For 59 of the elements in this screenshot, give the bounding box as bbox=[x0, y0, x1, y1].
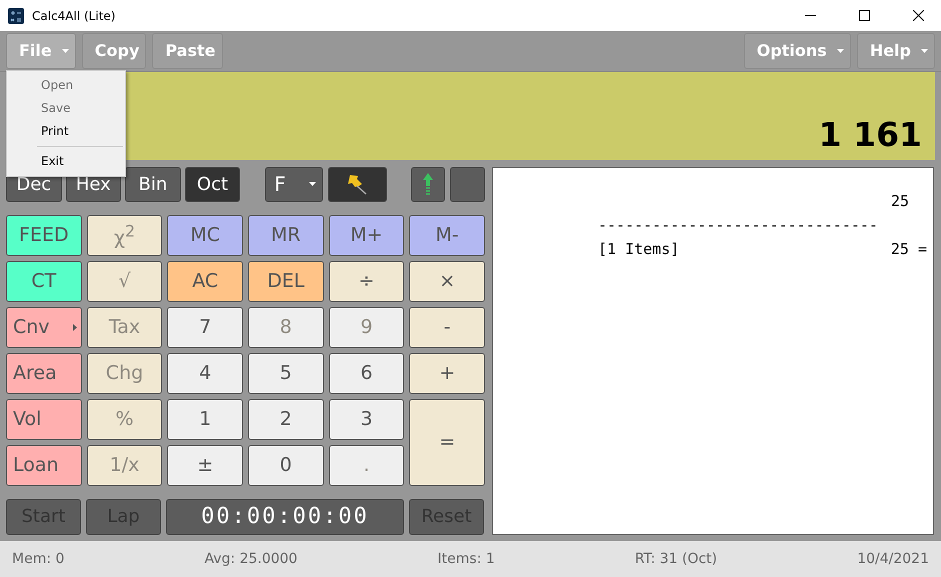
caret-icon bbox=[836, 48, 844, 53]
calculator-key[interactable]: CT bbox=[6, 260, 82, 302]
calculator-key[interactable]: MC bbox=[167, 214, 243, 256]
status-text: Mem: 0 bbox=[12, 550, 64, 567]
minimize-icon bbox=[804, 14, 816, 16]
calculator-key[interactable]: M- bbox=[409, 214, 485, 256]
format-dropdown[interactable]: F bbox=[265, 166, 323, 202]
tape-rule: ------------------------------- bbox=[598, 216, 878, 236]
toolbar-button[interactable]: Options bbox=[744, 32, 851, 69]
status-text: RT: 31 (Oct) bbox=[634, 550, 718, 567]
toolbar-button[interactable]: Copy bbox=[82, 32, 146, 69]
calculator-key[interactable]: + bbox=[409, 352, 485, 394]
up-arrow-icon bbox=[422, 172, 434, 196]
calculator-key[interactable]: ± bbox=[167, 444, 243, 486]
calculator-key[interactable]: 1 bbox=[167, 398, 243, 440]
maximize-icon bbox=[858, 10, 870, 21]
tape-total-label: [1 Items] bbox=[598, 240, 680, 260]
calculator-key[interactable]: 4 bbox=[167, 352, 243, 394]
caret-icon bbox=[921, 48, 928, 53]
calculator-key[interactable]: Cnv bbox=[6, 306, 82, 348]
calculator-key[interactable]: 2 bbox=[248, 398, 324, 440]
calculator-key[interactable]: = bbox=[409, 398, 485, 486]
pin-button[interactable] bbox=[328, 166, 387, 202]
calculator-key[interactable]: FEED bbox=[6, 214, 82, 256]
base-mode-button[interactable]: Bin bbox=[125, 166, 181, 202]
up-arrow-button[interactable] bbox=[410, 166, 446, 202]
tape-total-value: 25 = bbox=[890, 240, 927, 260]
calculator-key[interactable]: Vol bbox=[6, 398, 82, 440]
menu-item[interactable]: Print bbox=[7, 120, 125, 143]
calculator-icon bbox=[8, 8, 24, 24]
caret-icon bbox=[62, 48, 69, 53]
status-text: Avg: 25.0000 bbox=[204, 550, 298, 567]
calculator-key[interactable]: 0 bbox=[248, 444, 324, 486]
calculator-key[interactable]: 3 bbox=[328, 398, 404, 440]
timer-display: 00:00:00:00 bbox=[166, 498, 404, 535]
calculator-key[interactable]: - bbox=[409, 306, 485, 348]
calculator-key[interactable]: M+ bbox=[328, 214, 404, 256]
tape-entry: 25 bbox=[890, 192, 910, 212]
calculator-key[interactable]: MR bbox=[248, 214, 324, 256]
calculator-key[interactable]: ÷ bbox=[328, 260, 404, 302]
toolbar-button[interactable]: Paste bbox=[152, 32, 222, 69]
calculator-key[interactable]: 5 bbox=[248, 352, 324, 394]
base-mode-button[interactable]: Oct bbox=[184, 166, 240, 202]
toolbar-button[interactable]: Help bbox=[856, 32, 935, 69]
result-value: 1 161 bbox=[818, 114, 922, 154]
calculator-key[interactable]: Loan bbox=[6, 444, 82, 486]
close-icon bbox=[912, 10, 924, 21]
status-text: 10/4/2021 bbox=[857, 550, 929, 567]
calculator-key[interactable]: DEL bbox=[248, 260, 324, 302]
calculator-key[interactable]: 6 bbox=[328, 352, 404, 394]
blank-button[interactable] bbox=[450, 166, 486, 202]
calculator-key[interactable]: 7 bbox=[167, 306, 243, 348]
caret-icon bbox=[308, 182, 316, 186]
calculator-key[interactable]: Area bbox=[6, 352, 82, 394]
status-text: Items: 1 bbox=[438, 550, 495, 567]
calculator-key[interactable]: × bbox=[409, 260, 485, 302]
calculator-key[interactable]: AC bbox=[167, 260, 243, 302]
submenu-arrow-icon bbox=[72, 324, 77, 331]
window-title: Calc4All (Lite) bbox=[32, 8, 116, 22]
